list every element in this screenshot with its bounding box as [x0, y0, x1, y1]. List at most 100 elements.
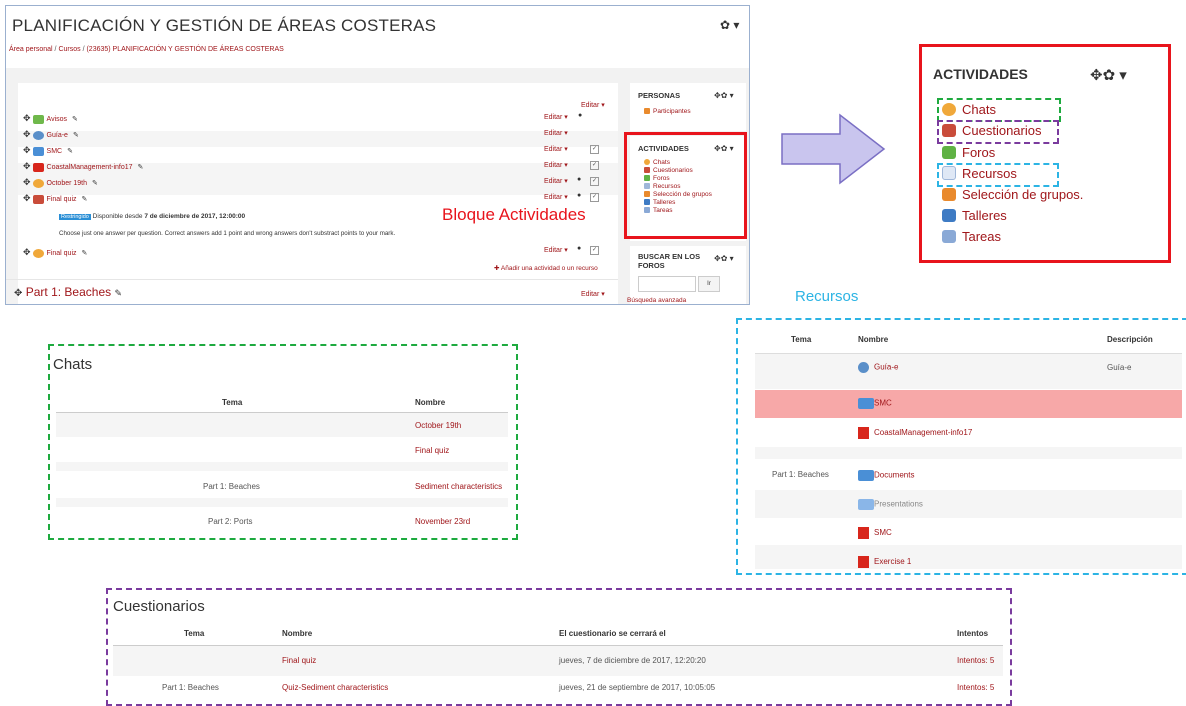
- column-header[interactable]: Tema: [184, 629, 204, 638]
- gear-icon[interactable]: ✿ ▾: [720, 18, 739, 32]
- edit-menu[interactable]: Editar ▾: [544, 161, 568, 169]
- advanced-search-link[interactable]: Búsqueda avanzada: [627, 297, 686, 304]
- add-activity-link[interactable]: ✚ Añadir una actividad o un recurso: [494, 264, 598, 272]
- table-cell-link[interactable]: Final quiz: [415, 446, 449, 455]
- table-cell-link[interactable]: SMC: [858, 527, 892, 539]
- zoom-item-tareas[interactable]: Tareas: [942, 229, 1001, 244]
- activity-row[interactable]: ✥ CoastalManagement-info17 ✎: [23, 158, 143, 174]
- column-header[interactable]: Tema: [222, 398, 242, 407]
- activity-row[interactable]: ✥ SMC ✎: [23, 142, 73, 158]
- breadcrumb-item[interactable]: (23635) PLANIFICACIÓN Y GESTIÓN DE ÁREAS…: [86, 46, 283, 53]
- pencil-icon[interactable]: ✎: [82, 196, 88, 203]
- edit-menu[interactable]: Editar ▾: [544, 193, 568, 201]
- table-cell-link[interactable]: CoastalManagement-info17: [858, 427, 972, 439]
- cuestionarios-highlight: [937, 120, 1059, 144]
- breadcrumb: Área personal / Cursos / (23635) PLANIFI…: [9, 46, 284, 53]
- buscar-block: BUSCAR EN LOS FOROS ✥✿ ▾ Ir Búsqueda ava…: [627, 246, 746, 304]
- workshop-icon: [942, 209, 956, 222]
- table-row-bg: [56, 462, 508, 471]
- move-icon[interactable]: ✥: [23, 177, 31, 187]
- move-icon[interactable]: ✥: [23, 145, 31, 155]
- table-row-bg: [56, 498, 508, 507]
- chats-highlight: [937, 98, 1061, 122]
- table-cell-link[interactable]: Presentations: [858, 499, 923, 510]
- search-input[interactable]: [638, 276, 696, 292]
- activity-row[interactable]: ✥ Guía-e ✎: [23, 126, 79, 142]
- block-controls[interactable]: ✥✿ ▾: [714, 91, 734, 100]
- url-icon: [32, 130, 44, 140]
- table-cell-link[interactable]: SMC: [858, 398, 892, 409]
- edit-menu[interactable]: Editar ▾: [544, 113, 568, 121]
- table-cell-link[interactable]: Documents: [858, 470, 914, 481]
- breadcrumb-item[interactable]: Área personal: [9, 46, 53, 53]
- cuestionarios-title: Cuestionarios: [113, 598, 205, 615]
- folder-icon: [858, 470, 874, 481]
- completion-checkbox[interactable]: ✓: [590, 177, 599, 186]
- column-header[interactable]: Nombre: [858, 335, 888, 344]
- pencil-icon[interactable]: ✎: [73, 132, 79, 139]
- column-header[interactable]: Intentos: [957, 629, 988, 638]
- activity-row[interactable]: ✥ October 19th ✎: [23, 174, 98, 190]
- forum-icon: [942, 146, 956, 159]
- edit-menu[interactable]: Editar ▾: [544, 177, 568, 185]
- person-icon[interactable]: ●: [577, 245, 581, 252]
- column-header[interactable]: El cuestionario se cerrará el: [559, 629, 666, 638]
- activity-row[interactable]: ✥ Avisos ✎: [23, 110, 78, 126]
- search-button[interactable]: Ir: [698, 276, 720, 292]
- edit-menu[interactable]: Editar ▾: [544, 246, 568, 254]
- pencil-icon[interactable]: ✎: [82, 250, 88, 257]
- column-header[interactable]: Nombre: [282, 629, 312, 638]
- move-icon[interactable]: ✥: [23, 161, 31, 171]
- pencil-icon[interactable]: ✎: [92, 180, 98, 187]
- column-header[interactable]: Descripción: [1107, 335, 1153, 344]
- block-controls[interactable]: ✥✿ ▾: [1090, 66, 1127, 84]
- column-header[interactable]: Nombre: [415, 398, 445, 407]
- zoom-item-talleres[interactable]: Talleres: [942, 208, 1007, 223]
- activity-row[interactable]: ✥ Final quiz ✎: [23, 244, 87, 260]
- person-icon[interactable]: ●: [578, 112, 582, 119]
- pdf-icon: [32, 162, 44, 172]
- edit-menu[interactable]: Editar ▾: [581, 290, 605, 298]
- move-icon[interactable]: ✥: [14, 288, 22, 299]
- block-controls[interactable]: ✥✿ ▾: [714, 254, 734, 263]
- restricted-badge: Restringido: [59, 214, 91, 220]
- quiz-description: Choose just one answer per question. Cor…: [59, 230, 396, 237]
- table-cell: Guía-e: [1107, 363, 1132, 372]
- pencil-icon[interactable]: ✎: [138, 164, 144, 171]
- pdf-icon: [858, 556, 869, 568]
- table-cell: Part 1: Beaches: [162, 683, 219, 692]
- zoom-item-grupos[interactable]: Selección de grupos.: [942, 187, 1083, 202]
- table-cell-link[interactable]: Intentos: 5: [957, 683, 994, 692]
- completion-checkbox[interactable]: ✓: [590, 193, 599, 202]
- table-cell-link[interactable]: Guía-e: [858, 362, 898, 373]
- pencil-icon[interactable]: ✎: [72, 116, 78, 123]
- table-cell-link[interactable]: November 23rd: [415, 517, 470, 526]
- zoom-item-foros[interactable]: Foros: [942, 145, 995, 160]
- participants-link[interactable]: Participantes: [644, 108, 691, 116]
- section-title[interactable]: ✥ Part 1: Beaches ✎: [14, 285, 122, 299]
- table-cell-link[interactable]: Sediment characteristics: [415, 482, 502, 491]
- move-icon[interactable]: ✥: [23, 129, 31, 139]
- move-icon[interactable]: ✥: [23, 113, 31, 123]
- completion-checkbox[interactable]: ✓: [590, 246, 599, 255]
- edit-menu[interactable]: Editar ▾: [581, 101, 605, 109]
- person-icon[interactable]: ●: [577, 176, 581, 183]
- edit-menu[interactable]: Editar ▾: [544, 129, 568, 137]
- table-cell-link[interactable]: October 19th: [415, 421, 461, 430]
- table-cell-link[interactable]: Quiz-Sediment characteristics: [282, 683, 388, 692]
- breadcrumb-item[interactable]: Cursos: [58, 46, 80, 53]
- person-icon[interactable]: ●: [577, 192, 581, 199]
- move-icon[interactable]: ✥: [23, 193, 31, 203]
- activity-row[interactable]: ✥ Final quiz ✎: [23, 190, 87, 206]
- pencil-icon[interactable]: ✎: [67, 148, 73, 155]
- edit-menu[interactable]: Editar ▾: [544, 145, 568, 153]
- pencil-icon[interactable]: ✎: [114, 288, 122, 298]
- completion-checkbox[interactable]: ✓: [590, 145, 599, 154]
- table-cell-link[interactable]: Final quiz: [282, 656, 316, 665]
- completion-checkbox[interactable]: ✓: [590, 161, 599, 170]
- quiz-icon: [32, 194, 44, 204]
- column-header[interactable]: Tema: [791, 335, 811, 344]
- table-cell-link[interactable]: Intentos: 5: [957, 656, 994, 665]
- table-cell-link[interactable]: Exercise 1: [858, 556, 911, 568]
- move-icon[interactable]: ✥: [23, 247, 31, 257]
